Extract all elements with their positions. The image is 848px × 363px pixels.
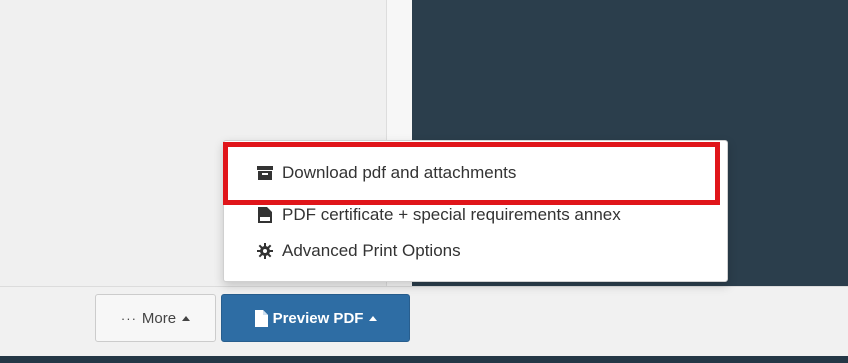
- pdf-dropdown-menu: Download pdf and attachments PDF certifi…: [223, 140, 728, 282]
- more-dots: ···: [120, 310, 137, 326]
- gear-icon: [256, 243, 274, 259]
- preview-pdf-button[interactable]: Preview PDF: [221, 294, 410, 342]
- menu-item-pdf-certificate[interactable]: PDF certificate + special requirements a…: [256, 203, 621, 227]
- more-button[interactable]: ··· More: [95, 294, 216, 342]
- menu-item-advanced-print-options[interactable]: Advanced Print Options: [256, 239, 461, 263]
- more-label: More: [141, 309, 177, 327]
- menu-item-label: PDF certificate + special requirements a…: [282, 205, 621, 224]
- caret-up-icon: [182, 315, 191, 321]
- menu-item-download-pdf-attachments[interactable]: Download pdf and attachments: [256, 161, 516, 185]
- caret-up-icon: [369, 315, 378, 321]
- preview-pdf-label: Preview PDF: [272, 309, 364, 327]
- pdf-file-icon: [256, 207, 274, 223]
- archive-icon: [256, 165, 274, 181]
- menu-item-label: Download pdf and attachments: [282, 163, 517, 182]
- menu-item-label: Advanced Print Options: [282, 241, 461, 260]
- bottom-bar: [0, 356, 848, 363]
- file-icon: [254, 309, 268, 327]
